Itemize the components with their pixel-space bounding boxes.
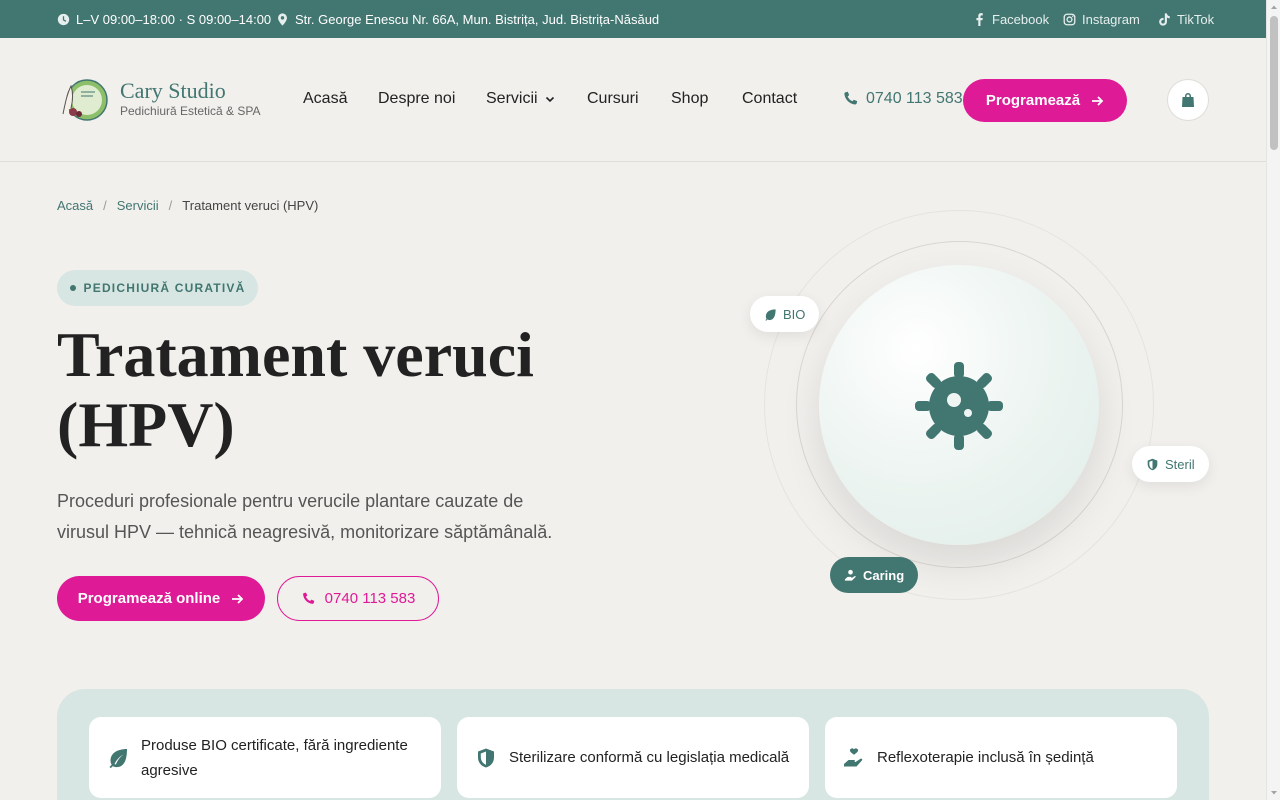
facebook-link[interactable]: Facebook: [973, 0, 1049, 38]
breadcrumb-servicii[interactable]: Servicii: [117, 198, 159, 213]
leaf-icon: [765, 308, 776, 321]
clock-icon: [57, 13, 70, 25]
feature-card-sterile: Sterilizare conformă cu legislația medic…: [457, 717, 809, 798]
page-scrollbar[interactable]: [1266, 0, 1280, 800]
breadcrumb-separator: /: [168, 198, 173, 213]
phone-icon: [844, 91, 858, 105]
hero-description: Proceduri profesionale pentru verucile p…: [57, 491, 553, 542]
shield-icon: [1147, 458, 1158, 470]
chevron-down-icon: [545, 96, 554, 103]
breadcrumb-separator: /: [103, 198, 107, 213]
leaf-icon: [109, 748, 127, 768]
arrow-right-icon: [232, 593, 244, 604]
header-phone-link[interactable]: 0740 113 583: [842, 90, 963, 108]
facebook-icon: [976, 12, 983, 26]
address: Str. George Enescu Nr. 66A, Mun. Bistriț…: [276, 0, 659, 38]
instagram-link[interactable]: Instagram: [1063, 0, 1140, 38]
arrow-right-icon: [1092, 95, 1104, 106]
shield-icon: [478, 748, 494, 767]
sterile-pill: Steril: [1132, 446, 1209, 482]
brand-tagline: Pedichiură Estetică & SPA: [120, 104, 261, 118]
location-pin-icon: [278, 12, 287, 26]
brand-logo[interactable]: [57, 78, 109, 122]
nav-item-contact[interactable]: Contact: [742, 90, 797, 108]
breadcrumb: Acasă / Servicii / Tratament veruci (HPV…: [57, 198, 318, 213]
nav-item-shop[interactable]: Shop: [671, 90, 708, 108]
feature-card-reflexology: Reflexoterapie inclusă în ședință: [825, 717, 1177, 798]
caring-pill: Caring: [830, 557, 919, 593]
scroll-down-arrow-icon[interactable]: [1270, 789, 1278, 797]
virus-icon: [915, 362, 1003, 450]
top-bar: L–V 09:00–18:00 · S 09:00–14:00 Str. Geo…: [0, 0, 1266, 38]
phone-icon: [302, 592, 314, 604]
badge-dot: [69, 285, 76, 291]
tiktok-icon: [1159, 12, 1170, 26]
book-appointment-button[interactable]: Programează: [963, 79, 1127, 122]
shopping-bag-icon: [1182, 93, 1194, 107]
call-phone-button[interactable]: 0740 113 583: [277, 576, 439, 621]
page-title: Tratament veruci (HPV): [57, 319, 534, 460]
caring-hand-icon: [844, 747, 863, 766]
brand-name[interactable]: Cary Studio: [120, 78, 226, 104]
cart-button[interactable]: [1167, 79, 1209, 121]
scrollbar-thumb[interactable]: [1270, 16, 1278, 150]
instagram-icon: [1063, 13, 1076, 25]
nav-item-cursuri[interactable]: Cursuri: [587, 90, 639, 108]
category-badge: PEDICHIURĂ CURATIVĂ: [57, 270, 258, 306]
site-header: Cary Studio Pedichiură Estetică & SPA Ac…: [0, 38, 1266, 162]
scroll-up-arrow-icon[interactable]: [1270, 3, 1278, 11]
opening-hours-text: L–V 09:00–18:00 · S 09:00–14:00: [76, 11, 272, 27]
tiktok-link[interactable]: TikTok: [1158, 0, 1214, 38]
caring-hand-icon: [844, 569, 856, 581]
nav-item-despre-noi[interactable]: Despre noi: [378, 90, 455, 108]
breadcrumb-current: Tratament veruci (HPV): [182, 198, 319, 213]
breadcrumb-home[interactable]: Acasă: [57, 198, 93, 213]
address-text: Str. George Enescu Nr. 66A, Mun. Bistriț…: [295, 11, 660, 27]
bio-pill: BIO: [750, 296, 820, 332]
nav-item-acasa[interactable]: Acasă: [303, 90, 347, 108]
opening-hours: L–V 09:00–18:00 · S 09:00–14:00: [57, 0, 271, 38]
nav-item-servicii[interactable]: Servicii: [486, 90, 556, 108]
feature-card-bio: Produse BIO certificate, fără ingredient…: [89, 717, 441, 798]
book-online-button[interactable]: Programează online: [57, 576, 265, 621]
